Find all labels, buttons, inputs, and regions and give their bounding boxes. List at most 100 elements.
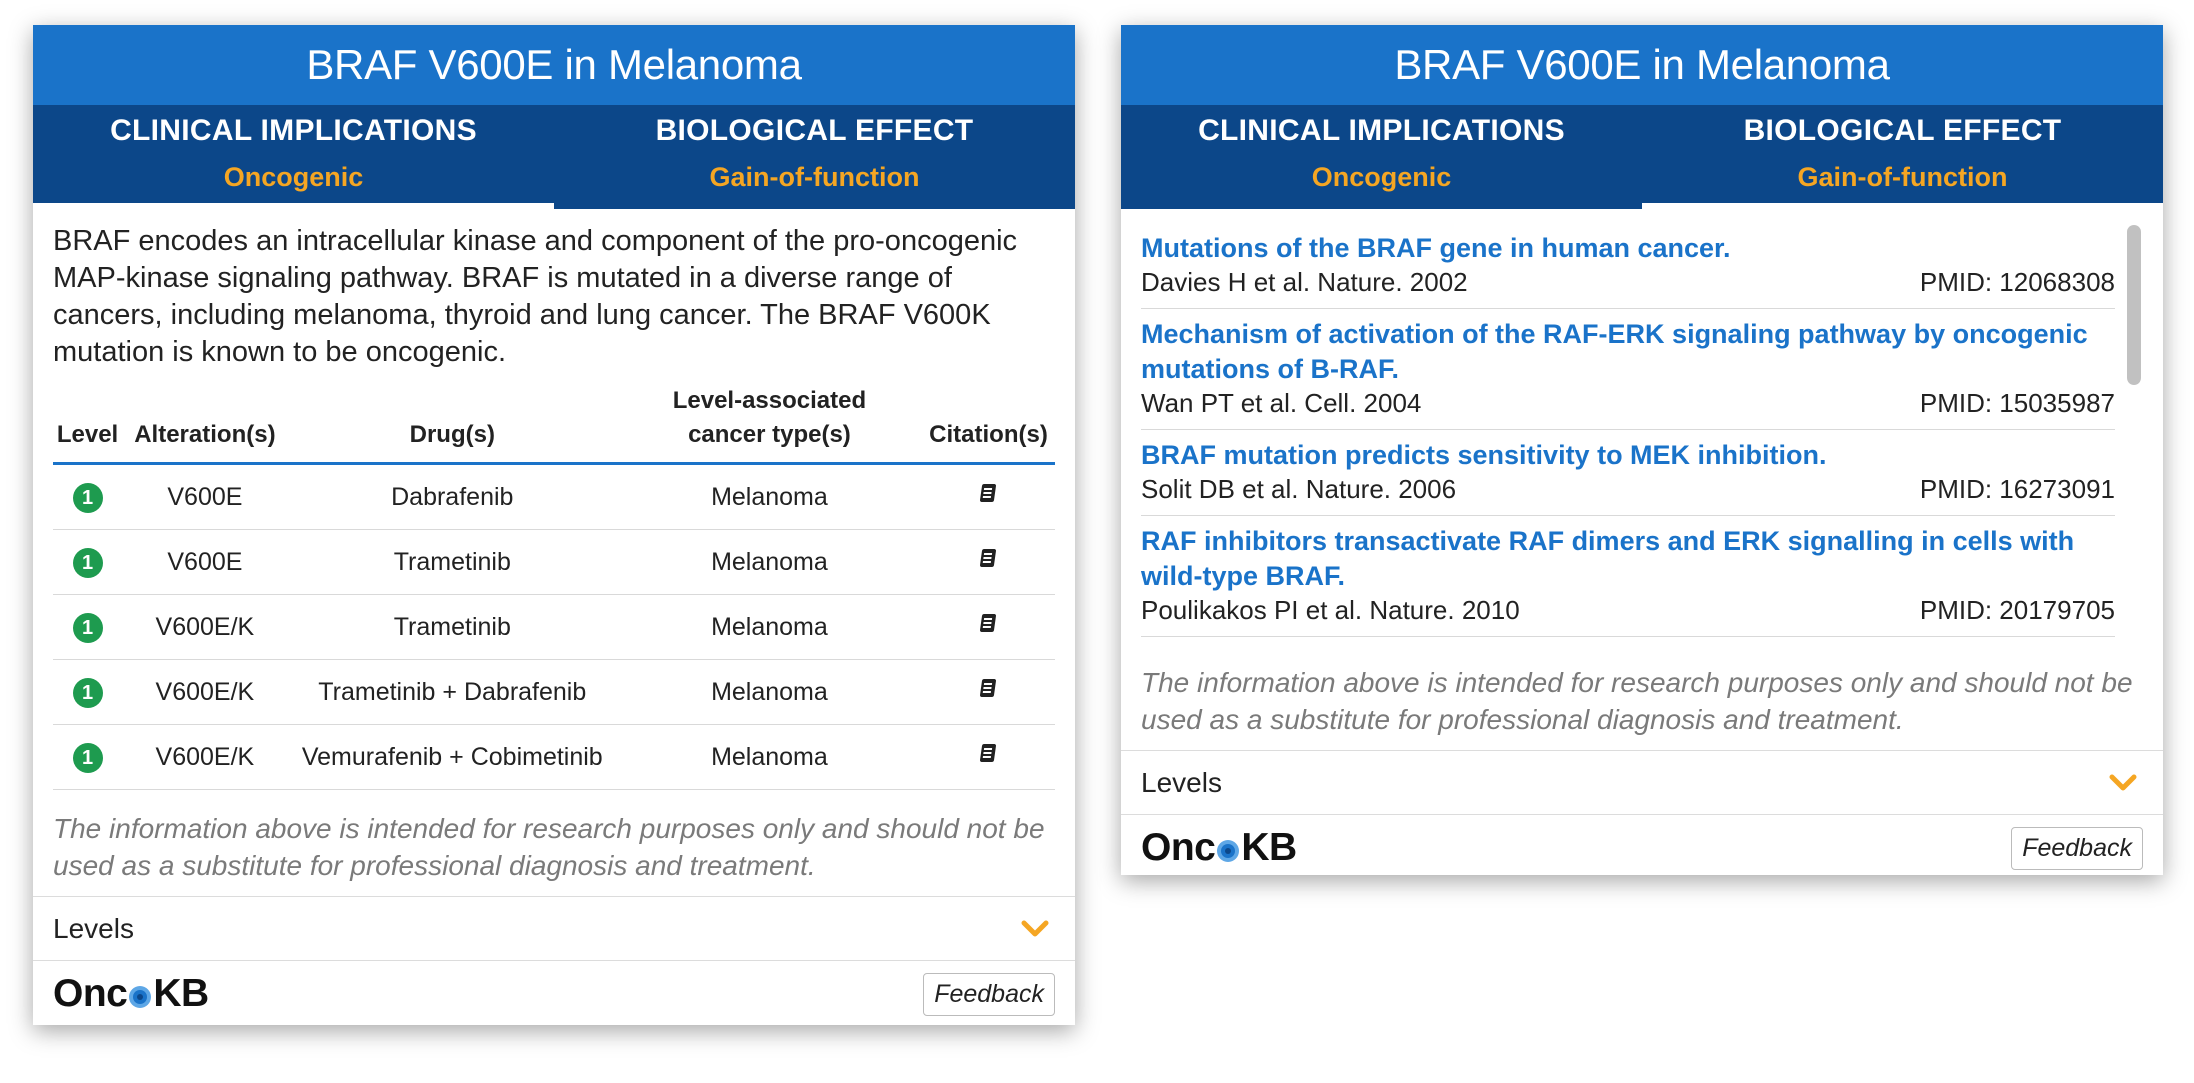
oncokb-logo[interactable]: Onc KB — [1141, 826, 1297, 870]
reference-pmid: PMID: 20179705 — [1919, 595, 2115, 625]
card-footer: Onc KB Feedback — [33, 961, 1075, 1025]
table-row: 1 V600E/K Trametinib + Dabrafenib Melano… — [53, 659, 1055, 725]
tab-bar: CLINICAL IMPLICATIONS Oncogenic BIOLOGIC… — [33, 105, 1075, 209]
tab-bar: CLINICAL IMPLICATIONS Oncogenic BIOLOGIC… — [1121, 105, 2163, 209]
alteration-cell: V600E — [122, 463, 288, 530]
column-header-citations[interactable]: Citation(s) — [922, 383, 1055, 465]
levels-label: Levels — [1141, 766, 1222, 798]
book-icon[interactable] — [979, 743, 999, 765]
cancer-type-cell: Melanoma — [616, 463, 923, 530]
logo-text-right: KB — [1241, 826, 1297, 869]
level-badge[interactable]: 1 — [72, 677, 103, 708]
level-badge[interactable]: 1 — [72, 547, 103, 578]
tab-label: BIOLOGICAL EFFECT — [655, 114, 974, 147]
reference-title-link[interactable]: BRAF mutation predicts sensitivity to ME… — [1141, 438, 2115, 473]
column-header-level[interactable]: Level — [53, 383, 123, 465]
alteration-cell: V600E — [122, 529, 288, 595]
level-badge[interactable]: 1 — [72, 612, 103, 643]
book-icon[interactable] — [979, 678, 999, 700]
book-icon[interactable] — [979, 548, 999, 570]
card-footer: Onc KB Feedback — [1121, 815, 2163, 875]
reference-title-link[interactable]: Mechanism of activation of the RAF-ERK s… — [1141, 317, 2115, 387]
scrollbar-thumb[interactable] — [2127, 225, 2141, 385]
oncokb-logo[interactable]: Onc KB — [53, 972, 209, 1016]
reference-meta: Solit DB et al. Nature. 2006 PMID: 16273… — [1141, 473, 2115, 505]
level-cell: 1 — [53, 463, 123, 530]
reference-authors: Wan PT et al. Cell. 2004 — [1141, 388, 1422, 418]
card-title: BRAF V600E in Melanoma — [33, 25, 1075, 105]
drug-cell: Trametinib — [287, 594, 617, 660]
column-header-alterations[interactable]: Alteration(s) — [122, 383, 288, 465]
reference-authors: Solit DB et al. Nature. 2006 — [1141, 474, 1457, 504]
cancer-type-cell: Melanoma — [616, 594, 923, 660]
tab-clinical-implications[interactable]: CLINICAL IMPLICATIONS Oncogenic — [33, 105, 554, 209]
table-row: 1 V600E/K Trametinib Melanoma — [53, 594, 1055, 660]
level-cell: 1 — [53, 529, 123, 595]
chevron-down-icon — [2109, 774, 2137, 790]
reference-title-link[interactable]: RAF inhibitors transactivate RAF dimers … — [1141, 524, 2115, 594]
logo-text-right: KB — [153, 972, 209, 1015]
cancer-type-cell: Melanoma — [616, 529, 923, 595]
biological-effect-card: BRAF V600E in Melanoma CLINICAL IMPLICAT… — [1121, 25, 2163, 875]
logo-text-left: Onc — [53, 972, 128, 1015]
level-cell: 1 — [53, 594, 123, 660]
table-header-row: Level Alteration(s) Drug(s) Level-associ… — [53, 383, 1055, 465]
disclaimer-text: The information above is intended for re… — [53, 813, 1045, 881]
levels-label: Levels — [53, 912, 134, 944]
cancer-type-cell: Melanoma — [616, 659, 923, 725]
treatment-table-body: 1 V600E Dabrafenib Melanoma 1 V600E Tram… — [53, 463, 1055, 790]
reference-pmid: PMID: 15035987 — [1919, 388, 2115, 418]
gene-description: BRAF encodes an intracellular kinase and… — [53, 225, 1018, 368]
citation-cell — [922, 463, 1055, 530]
drug-cell: Trametinib + Dabrafenib — [287, 659, 617, 725]
book-icon[interactable] — [979, 483, 999, 505]
reference-meta: Davies H et al. Nature. 2002 PMID: 12068… — [1141, 266, 2115, 298]
reference-pmid: PMID: 12068308 — [1919, 267, 2115, 297]
list-item: Mechanism of activation of the RAF-ERK s… — [1141, 309, 2115, 430]
levels-toggle[interactable]: Levels — [33, 896, 1075, 961]
levels-toggle[interactable]: Levels — [1121, 750, 2163, 815]
drug-cell: Vemurafenib + Cobimetinib — [287, 724, 617, 790]
citation-cell — [922, 594, 1055, 660]
cancer-type-cell: Melanoma — [616, 724, 923, 790]
chevron-down-icon — [1021, 920, 1049, 936]
reference-meta: Poulikakos PI et al. Nature. 2010 PMID: … — [1141, 594, 2115, 626]
book-icon[interactable] — [979, 613, 999, 635]
drug-cell: Trametinib — [287, 529, 617, 595]
reference-title-link[interactable]: Mutations of the BRAF gene in human canc… — [1141, 231, 2115, 266]
reference-list: Mutations of the BRAF gene in human canc… — [1121, 223, 2163, 637]
tab-label: BIOLOGICAL EFFECT — [1743, 114, 2062, 147]
feedback-button[interactable]: Feedback — [2011, 826, 2143, 870]
list-item: Mutations of the BRAF gene in human canc… — [1141, 223, 2115, 309]
alteration-cell: V600E/K — [122, 594, 288, 660]
tab-biological-effect[interactable]: BIOLOGICAL EFFECT Gain-of-function — [1642, 105, 2163, 209]
references-scroll-area[interactable]: Mutations of the BRAF gene in human canc… — [1121, 223, 2163, 648]
table-row: 1 V600E/K Vemurafenib + Cobimetinib Mela… — [53, 724, 1055, 790]
tab-label: CLINICAL IMPLICATIONS — [1198, 114, 1565, 147]
table-row: 1 V600E Dabrafenib Melanoma — [53, 463, 1055, 530]
table-row: 1 V600E Trametinib Melanoma — [53, 529, 1055, 595]
tab-biological-effect[interactable]: BIOLOGICAL EFFECT Gain-of-function — [554, 105, 1075, 209]
alteration-cell: V600E/K — [122, 659, 288, 725]
citation-cell — [922, 659, 1055, 725]
citation-cell — [922, 529, 1055, 595]
column-header-drugs[interactable]: Drug(s) — [287, 383, 617, 465]
alteration-cell: V600E/K — [122, 724, 288, 790]
level-cell: 1 — [53, 724, 123, 790]
logo-target-icon — [129, 986, 152, 1008]
treatment-table: Level Alteration(s) Drug(s) Level-associ… — [53, 383, 1055, 790]
clinical-implications-card: BRAF V600E in Melanoma CLINICAL IMPLICAT… — [33, 25, 1075, 1025]
logo-text-left: Onc — [1141, 826, 1216, 869]
column-header-cancer-type[interactable]: Level-associated cancer type(s) — [616, 383, 923, 465]
tab-clinical-implications[interactable]: CLINICAL IMPLICATIONS Oncogenic — [1121, 105, 1642, 209]
tab-mutation-effect: Gain-of-function — [709, 162, 920, 192]
card-title: BRAF V600E in Melanoma — [1121, 25, 2163, 105]
tab-label: CLINICAL IMPLICATIONS — [110, 114, 477, 147]
list-item: RAF inhibitors transactivate RAF dimers … — [1141, 516, 2115, 637]
drug-cell: Dabrafenib — [287, 463, 617, 530]
tab-oncogenicity: Oncogenic — [223, 162, 364, 192]
level-badge[interactable]: 1 — [72, 742, 103, 773]
feedback-button[interactable]: Feedback — [923, 972, 1055, 1016]
level-badge[interactable]: 1 — [72, 482, 103, 513]
level-cell: 1 — [53, 659, 123, 725]
